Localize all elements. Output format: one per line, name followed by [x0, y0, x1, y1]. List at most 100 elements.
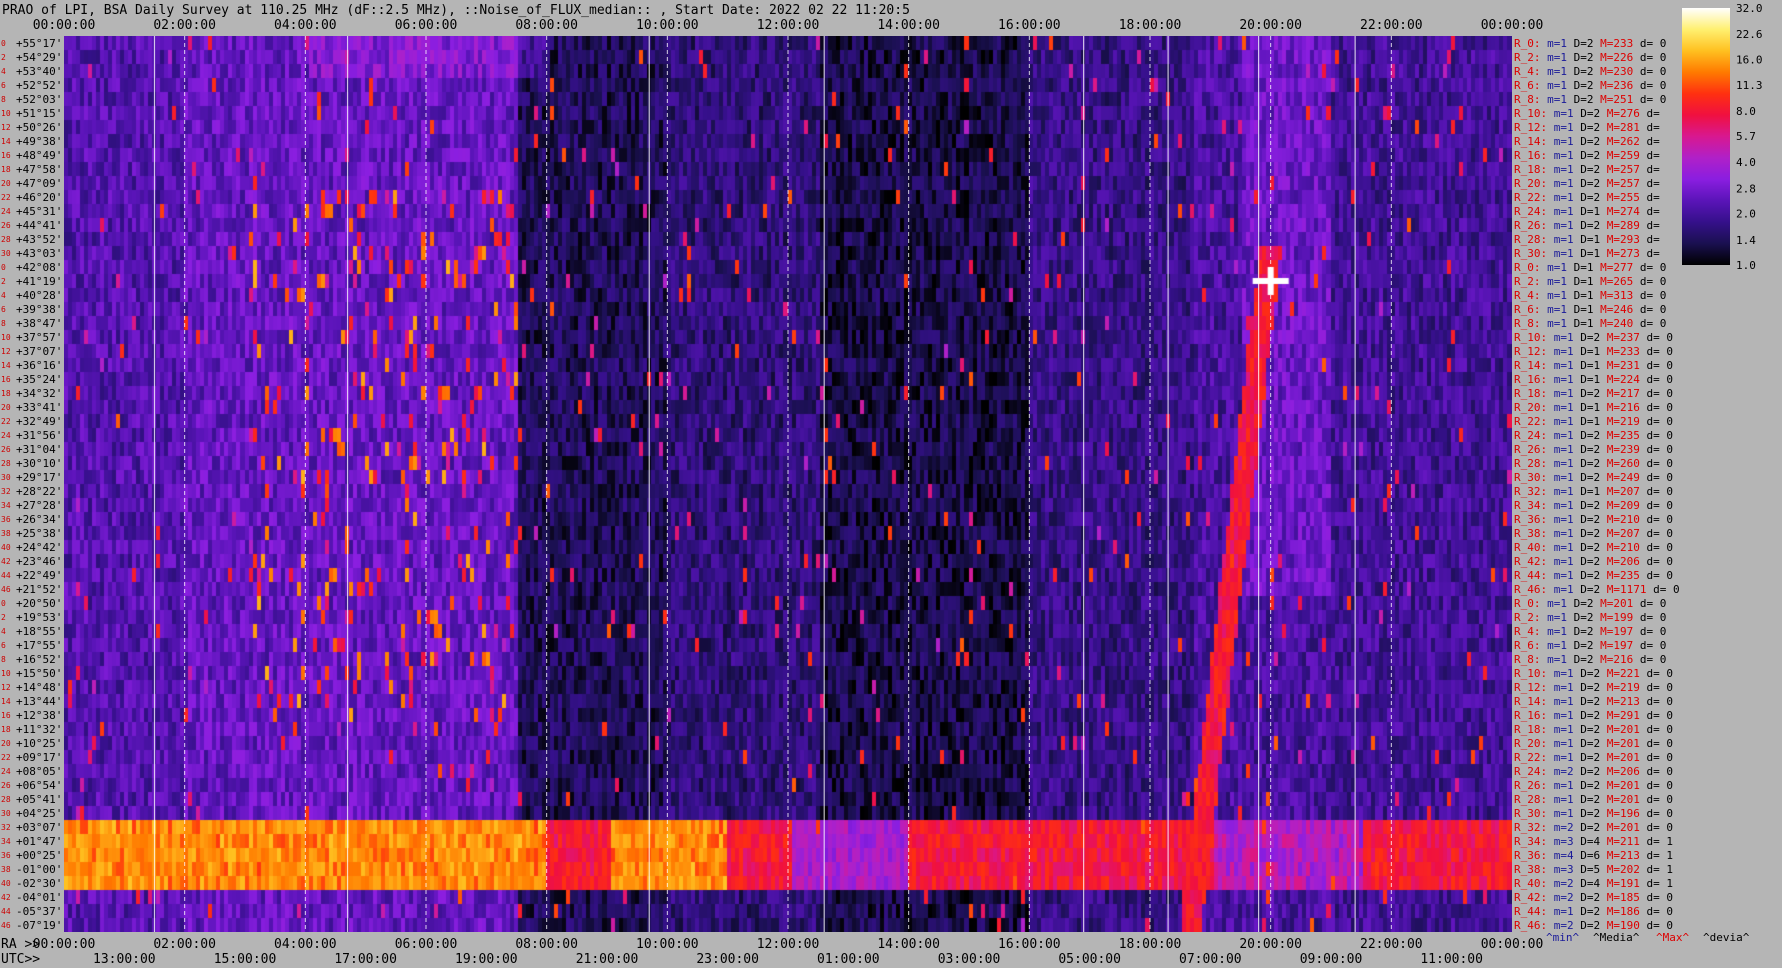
- beam-stat-field: m=1: [1547, 793, 1574, 806]
- beam-stat-field: m=1: [1547, 723, 1574, 736]
- utc-tick-label: 07:00:00: [1179, 952, 1242, 967]
- beam-stat-field: R_12:: [1514, 345, 1547, 358]
- beam-stat-field: m=1: [1541, 625, 1568, 638]
- beam-stat-field: D=1: [1567, 261, 1594, 274]
- dec-tick-label: +05°41': [16, 793, 62, 806]
- beam-stat-field: R_18:: [1514, 163, 1547, 176]
- top-tick-label: 00:00:00: [33, 18, 96, 33]
- beam-stat-field: R_44:: [1514, 569, 1547, 582]
- row-index-label: 22: [1, 753, 11, 762]
- beam-stat-row: R_6: m=1 D=1 M=246 d= 0: [1514, 303, 1666, 316]
- utc-tick-label: 01:00:00: [817, 952, 880, 967]
- beam-stat-field: D=2: [1574, 569, 1601, 582]
- beam-stat-field: d= 0: [1640, 387, 1673, 400]
- beam-stat-field: m=1: [1541, 261, 1568, 274]
- beam-stat-field: d= 0: [1640, 359, 1673, 372]
- beam-stat-field: m=1: [1541, 597, 1568, 610]
- utc-tick-label: 09:00:00: [1300, 952, 1363, 967]
- beam-stat-field: D=2: [1574, 681, 1601, 694]
- beam-stat-field: D=2: [1574, 149, 1601, 162]
- beam-stat-field: D=1: [1574, 415, 1601, 428]
- dec-tick-label: +23°46': [16, 555, 62, 568]
- beam-stat-field: d= 0: [1640, 471, 1673, 484]
- beam-stat-field: D=2: [1574, 779, 1601, 792]
- beam-stat-field: R_28:: [1514, 793, 1547, 806]
- utc-tick-label: 15:00:00: [214, 952, 277, 967]
- beam-stat-field: M=207: [1600, 527, 1640, 540]
- row-index-label: 38: [1, 865, 11, 874]
- dec-tick-label: +52°52': [16, 79, 62, 92]
- row-index-label: 42: [1, 557, 11, 566]
- beam-stat-field: D=2: [1574, 499, 1601, 512]
- top-tick-label: 02:00:00: [153, 18, 216, 33]
- beam-stat-row: R_30: m=1 D=1 M=273 d=: [1514, 247, 1660, 260]
- beam-stat-field: D=2: [1574, 583, 1601, 596]
- beam-stat-field: R_30:: [1514, 247, 1547, 260]
- beam-stat-field: m=1: [1547, 583, 1574, 596]
- beam-stat-field: D=1: [1574, 205, 1601, 218]
- row-index-label: 20: [1, 179, 11, 188]
- beam-stat-field: d= 0: [1633, 79, 1666, 92]
- beam-stat-field: M=213: [1600, 849, 1640, 862]
- beam-stat-field: R_6:: [1514, 79, 1541, 92]
- top-tick-label: 20:00:00: [1239, 18, 1302, 33]
- beam-stat-field: d= 0: [1633, 37, 1666, 50]
- beam-stat-field: d=: [1640, 163, 1660, 176]
- dec-tick-label: +47°09': [16, 177, 62, 190]
- beam-stat-field: R_2:: [1514, 611, 1541, 624]
- colorbar-tick-label: 32.0: [1736, 2, 1763, 15]
- beam-stat-field: R_28:: [1514, 457, 1547, 470]
- colorbar-tick-label: 8.0: [1736, 105, 1756, 118]
- beam-stat-field: D=4: [1574, 877, 1601, 890]
- beam-stat-field: d= 0: [1633, 303, 1666, 316]
- beam-stat-field: D=1: [1574, 233, 1601, 246]
- beam-stat-field: R_42:: [1514, 555, 1547, 568]
- footer-legend-item: ^devia^: [1703, 931, 1750, 944]
- beam-stat-field: d= 0: [1646, 583, 1679, 596]
- beam-stat-field: M=211: [1600, 835, 1640, 848]
- dec-tick-label: +14°48': [16, 681, 62, 694]
- dec-tick-label: +30°10': [16, 457, 62, 470]
- dec-tick-label: -07°19': [16, 919, 62, 932]
- beam-stat-field: M=233: [1600, 345, 1640, 358]
- dec-tick-label: +45°31': [16, 205, 62, 218]
- beam-stat-field: m=1: [1547, 541, 1574, 554]
- beam-stat-field: D=2: [1574, 331, 1601, 344]
- dec-tick-label: +03°07': [16, 821, 62, 834]
- beam-stat-field: d= 0: [1633, 289, 1666, 302]
- beam-stat-row: R_12: m=1 D=2 M=281 d=: [1514, 121, 1660, 134]
- beam-stat-row: R_40: m=1 D=2 M=210 d= 0: [1514, 541, 1673, 554]
- beam-stat-row: R_0: m=1 D=2 M=233 d= 0: [1514, 37, 1666, 50]
- beam-stat-field: D=1: [1567, 303, 1594, 316]
- beam-stat-field: d= 0: [1640, 793, 1673, 806]
- beam-stat-field: m=2: [1547, 877, 1574, 890]
- beam-stat-field: R_2:: [1514, 51, 1541, 64]
- beam-stat-field: D=2: [1567, 625, 1594, 638]
- beam-stat-field: M=235: [1600, 569, 1640, 582]
- colorbar-tick-label: 2.0: [1736, 208, 1756, 221]
- ra-tick-label: 16:00:00: [998, 937, 1061, 952]
- beam-stat-field: R_26:: [1514, 443, 1547, 456]
- beam-stat-field: D=2: [1574, 555, 1601, 568]
- row-index-label: 20: [1, 739, 11, 748]
- beam-stat-field: m=1: [1547, 359, 1574, 372]
- beam-stat-field: R_2:: [1514, 275, 1541, 288]
- beam-stat-row: R_32: m=1 D=1 M=207 d= 0: [1514, 485, 1673, 498]
- beam-stat-field: M=289: [1600, 219, 1640, 232]
- beam-stat-field: R_32:: [1514, 821, 1547, 834]
- beam-stat-field: D=2: [1567, 653, 1594, 666]
- beam-stat-field: d= 0: [1640, 807, 1673, 820]
- beam-stat-field: d= 0: [1640, 695, 1673, 708]
- ra-tick-label: 20:00:00: [1239, 937, 1302, 952]
- row-index-label: 18: [1, 165, 11, 174]
- beam-stat-row: R_34: m=1 D=2 M=209 d= 0: [1514, 499, 1673, 512]
- beam-stat-field: d= 0: [1633, 597, 1666, 610]
- colorbar-tick-label: 1.4: [1736, 234, 1756, 247]
- beam-stat-row: R_4: m=1 D=2 M=197 d= 0: [1514, 625, 1666, 638]
- dec-tick-label: +10°25': [16, 737, 62, 750]
- beam-stat-row: R_10: m=1 D=2 M=276 d=: [1514, 107, 1660, 120]
- beam-stat-field: m=1: [1547, 177, 1574, 190]
- beam-stat-field: m=1: [1547, 681, 1574, 694]
- utc-tick-label: 21:00:00: [576, 952, 639, 967]
- dec-tick-label: +11°32': [16, 723, 62, 736]
